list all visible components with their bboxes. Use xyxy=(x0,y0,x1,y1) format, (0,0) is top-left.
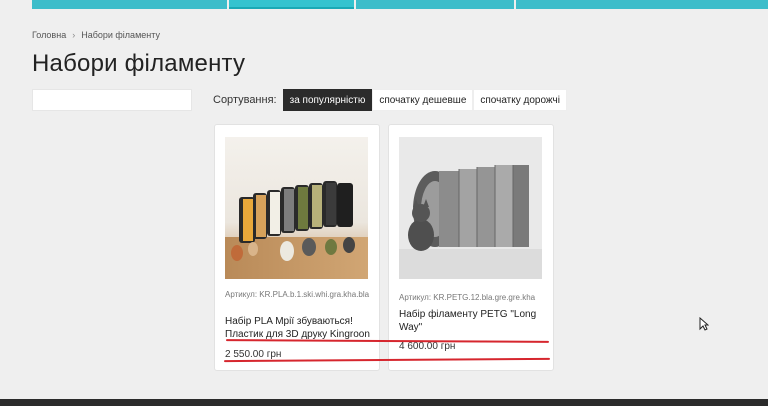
breadcrumb-home-link[interactable]: Головна xyxy=(32,30,66,40)
footer-bar xyxy=(0,399,768,406)
mouse-cursor-icon xyxy=(699,316,710,336)
top-navigation xyxy=(0,0,768,9)
chevron-right-icon: › xyxy=(72,30,76,40)
nav-tab-3[interactable] xyxy=(356,0,514,9)
sort-cheaper-button[interactable]: спочатку дешевше xyxy=(372,89,474,111)
breadcrumb-current: Набори філаменту xyxy=(81,30,160,40)
product-card[interactable]: Артикул: KR.PETG.12.bla.gre.gre.kha Набі… xyxy=(388,124,554,371)
sort-expensive-button[interactable]: спочатку дорожчі xyxy=(473,89,567,111)
nav-tab-1[interactable] xyxy=(32,0,227,9)
product-name-link[interactable]: Набір філаменту PETG "Long Way" xyxy=(399,308,547,334)
product-sku: Артикул: KR.PETG.12.bla.gre.gre.kha xyxy=(399,293,536,302)
product-price: 2 550.00 грн xyxy=(225,349,282,360)
product-name-link[interactable]: Набір PLA Мрії збуваються! Пластик для 3… xyxy=(225,315,373,341)
page-title: Набори філаменту xyxy=(32,50,246,77)
sort-label: Сортування: xyxy=(213,94,277,106)
nav-tab-2[interactable] xyxy=(229,0,354,9)
sort-bar: Сортування: за популярністю спочатку деш… xyxy=(213,89,567,111)
filter-panel[interactable] xyxy=(32,89,192,111)
product-card[interactable]: Артикул: KR.PLA.b.1.ski.whi.gra.kha.bla … xyxy=(214,124,380,371)
product-price: 4 600.00 грн xyxy=(399,341,456,352)
product-image[interactable] xyxy=(399,137,542,279)
product-image[interactable] xyxy=(225,137,368,279)
sort-popular-button[interactable]: за популярністю xyxy=(282,89,373,111)
breadcrumb: Головна › Набори філаменту xyxy=(32,30,160,40)
product-sku: Артикул: KR.PLA.b.1.ski.whi.gra.kha.bla xyxy=(225,290,370,299)
nav-tab-4[interactable] xyxy=(516,0,768,9)
